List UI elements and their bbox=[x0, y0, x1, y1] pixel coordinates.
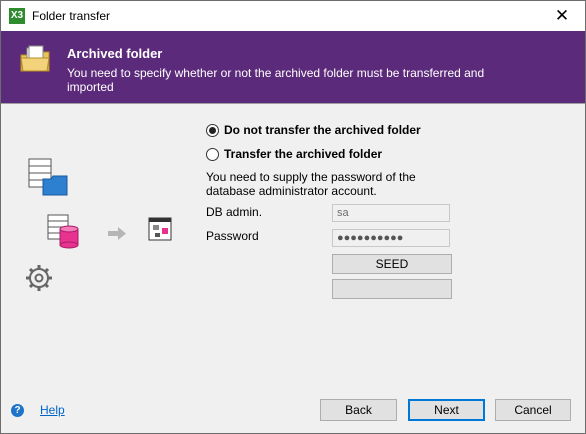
banner-title: Archived folder bbox=[67, 46, 163, 61]
diagram-window-icon bbox=[148, 217, 172, 241]
folder-transfer-dialog: X3 Folder transfer ✕ Archived folder You… bbox=[0, 0, 586, 434]
radio-label: Transfer the archived folder bbox=[224, 147, 383, 161]
db-admin-field[interactable]: sa bbox=[332, 204, 450, 222]
app-x3-icon: X3 bbox=[9, 8, 25, 24]
back-button[interactable]: Back bbox=[320, 399, 397, 421]
radio-selected-icon bbox=[206, 123, 219, 137]
blank-button[interactable] bbox=[332, 279, 452, 299]
database-server-icon bbox=[47, 214, 79, 249]
banner-description: You need to specify whether or not the a… bbox=[67, 66, 485, 94]
title-bar: X3 Folder transfer ✕ bbox=[1, 1, 585, 31]
window-title: Folder transfer bbox=[32, 9, 111, 23]
close-button[interactable]: ✕ bbox=[539, 1, 585, 31]
radio-transfer[interactable]: Transfer the archived folder bbox=[206, 147, 382, 161]
radio-label: Do not transfer the archived folder bbox=[224, 123, 421, 137]
password-label: Password bbox=[206, 229, 259, 243]
banner-divider bbox=[1, 103, 585, 104]
next-button[interactable]: Next bbox=[408, 399, 485, 421]
radio-do-not-transfer[interactable]: Do not transfer the archived folder bbox=[206, 123, 421, 137]
illustration bbox=[26, 158, 172, 291]
password-note: You need to supply the password of the d… bbox=[206, 170, 416, 198]
header-banner: Archived folder You need to specify whet… bbox=[1, 31, 585, 103]
server-folder-icon bbox=[28, 158, 68, 196]
help-link[interactable]: Help bbox=[40, 403, 65, 417]
help-icon[interactable]: ? bbox=[11, 404, 24, 417]
archive-folder-icon bbox=[20, 45, 50, 72]
password-field[interactable]: ●●●●●●●●●● bbox=[332, 229, 450, 247]
arrow-right-icon bbox=[108, 227, 126, 240]
cancel-button[interactable]: Cancel bbox=[495, 399, 571, 421]
radio-unselected-icon bbox=[206, 147, 219, 161]
db-admin-label: DB admin. bbox=[206, 205, 263, 219]
seed-button[interactable]: SEED bbox=[332, 254, 452, 274]
gear-icon bbox=[26, 265, 52, 291]
